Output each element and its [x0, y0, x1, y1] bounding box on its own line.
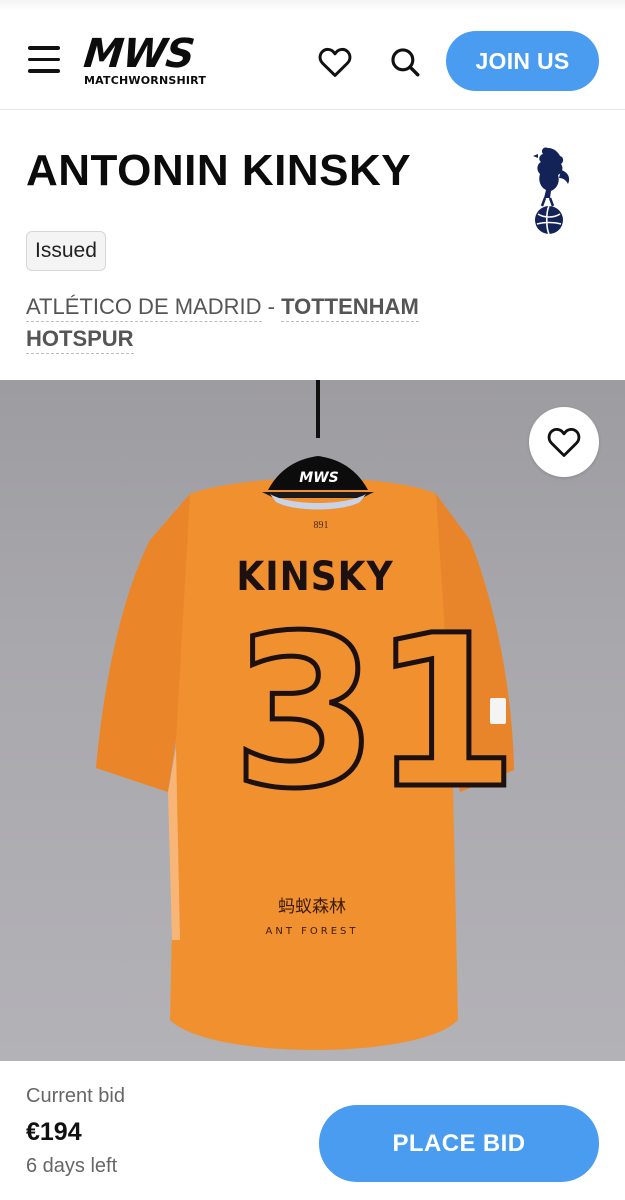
sponsor-cn: 蚂蚁森林 [278, 897, 346, 917]
current-bid-label: Current bid [26, 1085, 125, 1107]
time-left: 6 days left [26, 1155, 118, 1177]
home-team-link[interactable]: ATLÉTICO DE MADRID [26, 294, 262, 322]
status-bar [0, 0, 625, 10]
top-nav: MWS MATCHWORNSHIRT JOIN US [0, 10, 625, 110]
shirt-number: 31 [230, 590, 521, 835]
player-name-title: ANTONIN KINSKY [26, 146, 412, 195]
current-bid-amount: €194 [26, 1118, 82, 1146]
team-separator: - [261, 294, 282, 319]
join-us-button[interactable]: JOIN US [446, 31, 599, 91]
search-icon[interactable] [388, 45, 422, 79]
add-to-favorites-button[interactable] [529, 407, 599, 477]
match-teams: ATLÉTICO DE MADRID - TOTTENHAM HOTSPUR [26, 291, 446, 355]
heart-icon [547, 428, 581, 457]
hanger-logo: MWS [299, 470, 339, 486]
tottenham-crest-icon [524, 140, 574, 240]
logo[interactable]: MWS MATCHWORNSHIRT [81, 31, 224, 92]
logo-mark: MWS [81, 31, 197, 77]
place-bid-button[interactable]: PLACE BID [319, 1105, 599, 1182]
menu-icon[interactable] [28, 46, 62, 76]
collar-number: 891 [313, 520, 329, 531]
sponsor-en: ANT FOREST [265, 926, 359, 937]
favorites-heart-icon[interactable] [318, 46, 352, 78]
product-image[interactable]: MWS 891 KINSKY 31 蚂蚁森林 ANT FOREST [0, 380, 625, 1061]
issued-badge: Issued [26, 231, 106, 271]
